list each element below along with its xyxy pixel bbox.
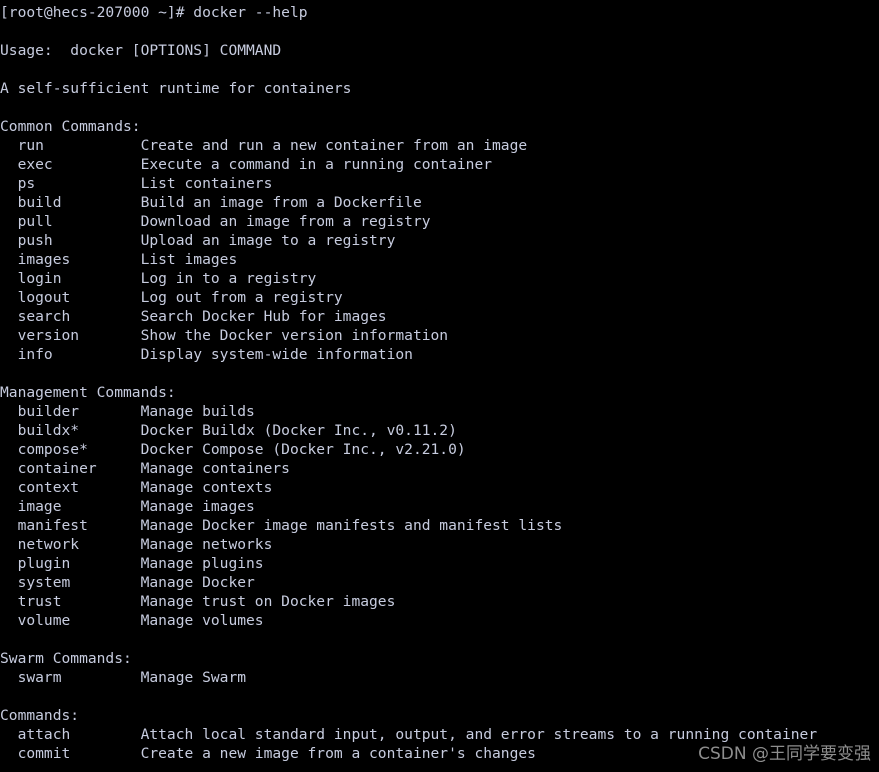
command-row: trust Manage trust on Docker images [0, 593, 396, 610]
command-row: system Manage Docker [0, 574, 255, 591]
command-row: volume Manage volumes [0, 612, 264, 629]
command-row: compose* Docker Compose (Docker Inc., v2… [0, 441, 466, 458]
command-row: container Manage containers [0, 460, 290, 477]
command-row: version Show the Docker version informat… [0, 327, 449, 344]
terminal-output[interactable]: [root@hecs-207000 ~]# docker --help Usag… [0, 0, 879, 772]
command-row: plugin Manage plugins [0, 555, 264, 572]
section-heading: Swarm Commands: [0, 650, 132, 667]
command-row: login Log in to a registry [0, 270, 317, 287]
section-heading: Common Commands: [0, 118, 141, 135]
command-row: images List images [0, 251, 238, 268]
command-row: build Build an image from a Dockerfile [0, 194, 422, 211]
command-row: manifest Manage Docker image manifests a… [0, 517, 563, 534]
command-row: image Manage images [0, 498, 255, 515]
command-row: context Manage contexts [0, 479, 273, 496]
command-row: swarm Manage Swarm [0, 669, 247, 686]
command-row: ps List containers [0, 175, 273, 192]
section-heading: Management Commands: [0, 384, 176, 401]
command-row: network Manage networks [0, 536, 273, 553]
command-row: push Upload an image to a registry [0, 232, 396, 249]
command-row: attach Attach local standard input, outp… [0, 726, 818, 743]
command-row: info Display system-wide information [0, 346, 413, 363]
shell-prompt-line: [root@hecs-207000 ~]# docker --help [0, 4, 308, 21]
usage-line: Usage: docker [OPTIONS] COMMAND [0, 42, 282, 59]
command-row: search Search Docker Hub for images [0, 308, 387, 325]
command-row: commit Create a new image from a contain… [0, 745, 536, 762]
command-row: logout Log out from a registry [0, 289, 343, 306]
command-row: exec Execute a command in a running cont… [0, 156, 493, 173]
command-row: buildx* Docker Buildx (Docker Inc., v0.1… [0, 422, 457, 439]
command-row: pull Download an image from a registry [0, 213, 431, 230]
tagline: A self-sufficient runtime for containers [0, 80, 352, 97]
command-row: builder Manage builds [0, 403, 255, 420]
section-heading: Commands: [0, 707, 80, 724]
command-row: run Create and run a new container from … [0, 137, 528, 154]
